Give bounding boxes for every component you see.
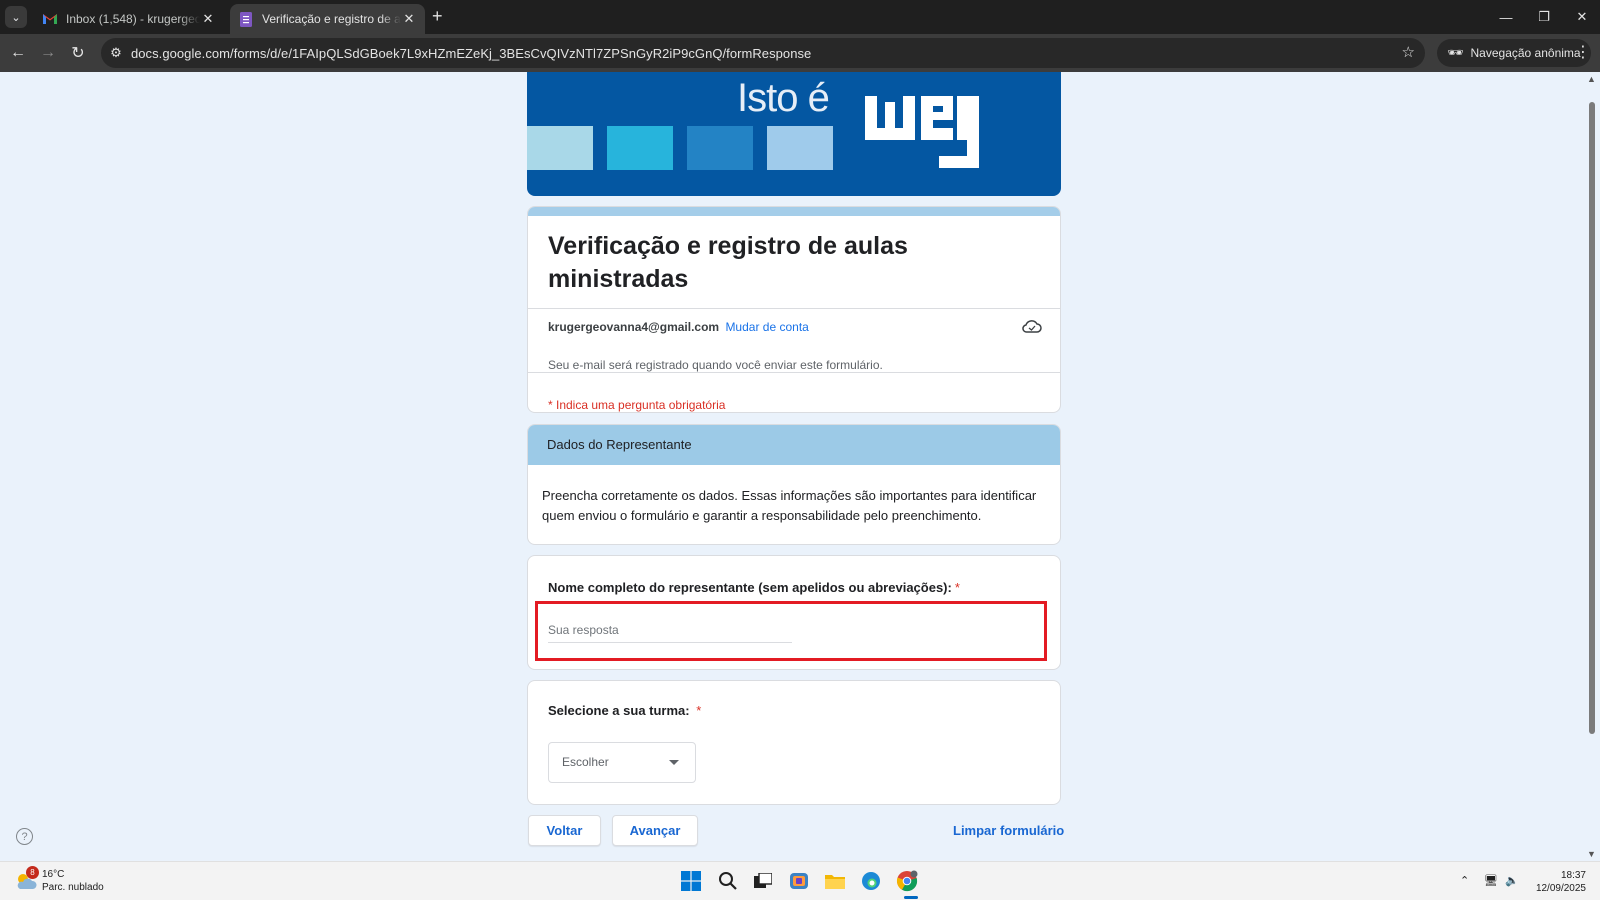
chevron-down-icon: ⌄	[11, 11, 21, 24]
volume-icon[interactable]: 🔈	[1505, 874, 1519, 887]
dropdown-arrow-icon	[669, 760, 679, 765]
scrollbar-thumb[interactable]	[1589, 102, 1595, 734]
active-app-indicator	[904, 896, 918, 899]
windows-taskbar: 8 16°C Parc. nublado ⌃ 🖥 🔈 18:37 12/09/2…	[0, 861, 1600, 900]
help-icon[interactable]: ?	[16, 828, 33, 845]
browser-toolbar: ← → ↻ ⚙ docs.google.com/forms/d/e/1FAIpQ…	[0, 34, 1600, 72]
banner-square	[527, 126, 593, 170]
question-text: Selecione a sua turma:	[548, 703, 690, 718]
divider	[528, 372, 1060, 373]
forward-arrow-icon[interactable]: →	[36, 41, 60, 65]
select-value: Escolher	[562, 755, 609, 769]
network-icon[interactable]: 🖥	[1484, 874, 1498, 887]
scroll-down-icon[interactable]: ▼	[1587, 849, 1596, 859]
tab-title: Verificação e registro de aulas ministra…	[262, 12, 401, 26]
system-clock[interactable]: 18:37 12/09/2025	[1530, 869, 1586, 895]
clock-date: 12/09/2025	[1535, 883, 1586, 894]
incognito-label: Navegação anônima	[1470, 46, 1581, 60]
close-tab-icon[interactable]: ✕	[200, 11, 216, 27]
bookmark-star-icon[interactable]: ☆	[1402, 43, 1415, 61]
copilot-icon[interactable]	[787, 869, 811, 893]
form-title: Verificação e registro de aulas ministra…	[548, 232, 908, 293]
tab-forms[interactable]: Verificação e registro de aulas ministra…	[230, 4, 425, 34]
file-explorer-icon[interactable]	[823, 869, 847, 893]
back-button[interactable]: Voltar	[528, 815, 601, 846]
weather-icon: 8	[14, 866, 39, 892]
close-window-icon[interactable]: ✕	[1563, 0, 1600, 34]
banner-square	[607, 126, 673, 170]
minimize-icon[interactable]: —	[1487, 0, 1525, 34]
reload-icon[interactable]: ↻	[66, 41, 90, 65]
weather-badge: 8	[26, 866, 39, 879]
start-windows-icon[interactable]	[679, 869, 703, 893]
tab-title: Inbox (1,548) - krugergeovanna4@gmail.co…	[66, 12, 200, 26]
weg-logo	[863, 88, 981, 170]
scroll-up-icon[interactable]: ▲	[1587, 74, 1596, 84]
class-select-dropdown[interactable]: Escolher	[548, 742, 696, 783]
required-asterisk: *	[954, 580, 960, 595]
clear-form-button[interactable]: Limpar formulário	[953, 823, 1064, 838]
tab-search-button[interactable]: ⌄	[5, 6, 27, 28]
banner-square	[767, 126, 833, 170]
question-label: Selecione a sua turma: *	[548, 703, 701, 718]
search-icon[interactable]	[716, 869, 740, 893]
weather-widget[interactable]: 8 16°C Parc. nublado	[14, 866, 104, 894]
chrome-browser-icon[interactable]	[895, 869, 919, 893]
show-hidden-icons-chevron-icon[interactable]: ⌃	[1460, 874, 1469, 887]
site-settings-icon[interactable]: ⚙	[101, 45, 131, 61]
edge-browser-icon[interactable]	[859, 869, 883, 893]
address-bar[interactable]: ⚙ docs.google.com/forms/d/e/1FAIpQLSdGBo…	[101, 38, 1425, 68]
question-label: Nome completo do representante (sem apel…	[548, 580, 960, 595]
clock-time: 18:37	[1560, 870, 1586, 881]
restore-icon[interactable]: ❐	[1525, 0, 1563, 34]
gmail-icon	[42, 11, 58, 27]
weather-temp: 16°C	[42, 869, 65, 880]
menu-kebab-icon[interactable]: ⋮	[1575, 42, 1591, 62]
name-answer-input[interactable]: Sua resposta	[548, 623, 792, 643]
task-view-icon[interactable]	[751, 869, 775, 893]
question-card-class: Selecione a sua turma: * Escolher	[527, 680, 1061, 805]
required-notice: * Indica uma pergunta obrigatória	[548, 398, 726, 412]
url-text: docs.google.com/forms/d/e/1FAIpQLSdGBoek…	[131, 45, 812, 61]
account-row: krugergeovanna4@gmail.com Mudar de conta	[528, 309, 1060, 334]
weather-desc: Parc. nublado	[42, 882, 104, 893]
incognito-indicator[interactable]: 🕶 Navegação anônima	[1437, 39, 1591, 67]
account-email: krugergeovanna4@gmail.com	[548, 320, 720, 334]
back-arrow-icon[interactable]: ←	[6, 41, 30, 65]
form-header-banner: Isto é	[527, 72, 1061, 196]
section-title: Dados do Representante	[528, 425, 1060, 465]
incognito-icon: 🕶	[1447, 45, 1464, 60]
tab-gmail[interactable]: Inbox (1,548) - krugergeovanna4@gmail.co…	[34, 4, 224, 34]
banner-tagline: Isto é	[737, 76, 830, 120]
question-text: Nome completo do representante (sem apel…	[548, 580, 952, 595]
question-card-name: Nome completo do representante (sem apel…	[527, 555, 1061, 670]
tab-strip: ⌄ Inbox (1,548) - krugergeovanna4@gmail.…	[0, 0, 1600, 34]
title-accent-bar	[528, 207, 1060, 216]
google-forms-icon	[238, 11, 254, 27]
next-button[interactable]: Avançar	[612, 815, 698, 846]
email-notice: Seu e-mail será registrado quando você e…	[548, 358, 883, 372]
section-card: Dados do Representante Preencha corretam…	[527, 424, 1061, 545]
required-asterisk: *	[696, 703, 702, 718]
scrollbar[interactable]: ▲ ▼	[1584, 72, 1600, 861]
cloud-save-icon	[1022, 319, 1042, 336]
form-title-card: Verificação e registro de aulas ministra…	[527, 206, 1061, 413]
close-tab-icon[interactable]: ✕	[401, 11, 417, 27]
banner-square	[687, 126, 753, 170]
change-account-link[interactable]: Mudar de conta	[725, 320, 808, 334]
new-tab-icon[interactable]: +	[432, 6, 443, 27]
section-description: Preencha corretamente os dados. Essas in…	[542, 488, 1037, 523]
